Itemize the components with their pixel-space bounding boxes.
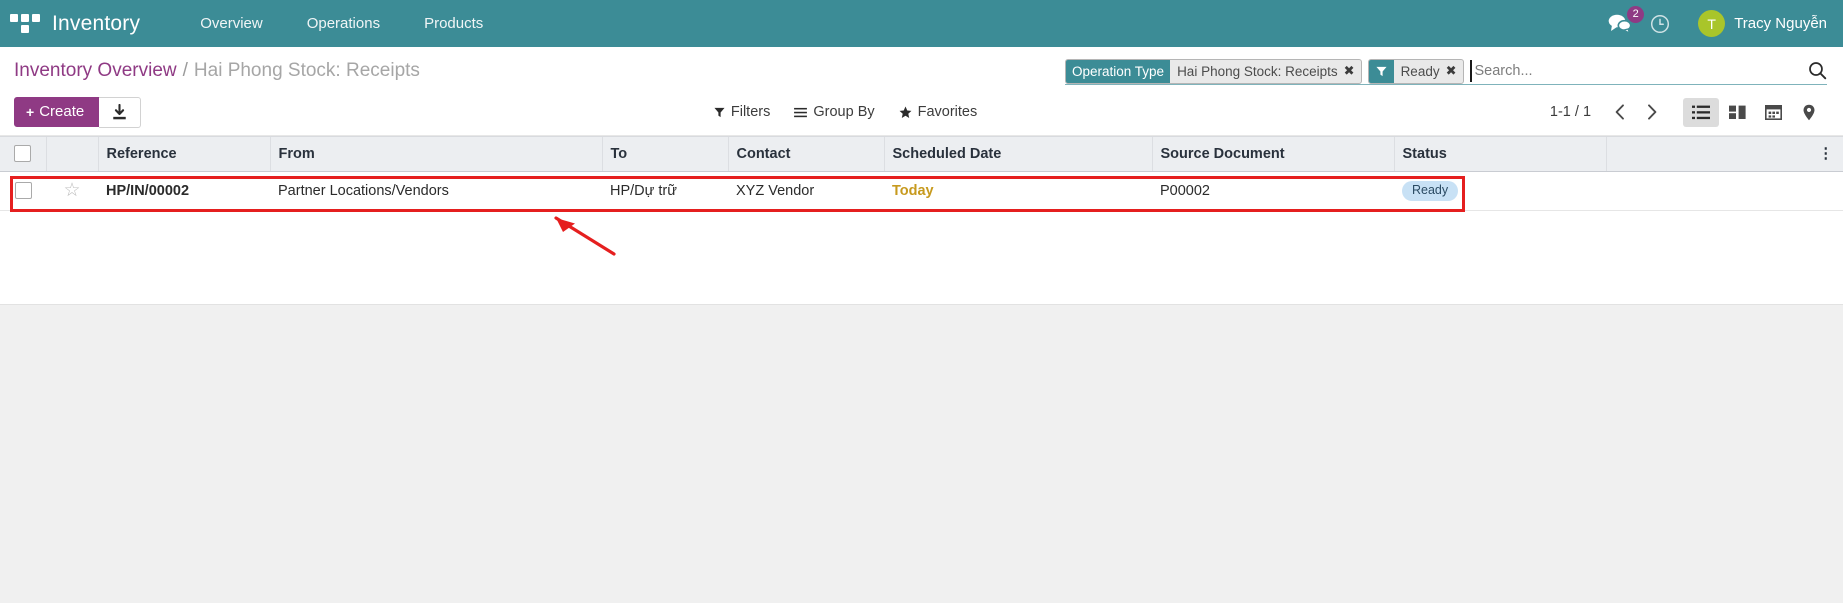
column-header-from[interactable]: From bbox=[270, 137, 602, 172]
pager-previous-button[interactable] bbox=[1605, 102, 1636, 122]
kanban-view-icon bbox=[1729, 105, 1746, 120]
search-facet-operation-type-label: Operation Type bbox=[1066, 60, 1170, 83]
table-row[interactable]: ☆ HP/IN/00002 Partner Locations/Vendors … bbox=[0, 172, 1843, 211]
cell-from: Partner Locations/Vendors bbox=[270, 172, 602, 211]
cell-status: Ready bbox=[1394, 172, 1606, 211]
search-view: Operation Type Hai Phong Stock: Receipts… bbox=[1065, 59, 1827, 85]
user-name-label: Tracy Nguyễn bbox=[1734, 15, 1827, 32]
checkbox-icon[interactable] bbox=[14, 145, 31, 162]
table-header-row: Reference From To Contact Scheduled Date… bbox=[0, 137, 1843, 172]
control-panel-bottom-row: + Create Filters bbox=[0, 91, 1843, 135]
cell-to: HP/Dự trữ bbox=[602, 172, 728, 211]
column-header-status[interactable]: Status bbox=[1394, 137, 1606, 172]
row-select-checkbox-cell bbox=[0, 172, 46, 211]
cell-reference: HP/IN/00002 bbox=[98, 172, 270, 211]
search-facet-ready-remove-icon[interactable]: ✖ bbox=[1445, 60, 1463, 83]
table-body: ☆ HP/IN/00002 Partner Locations/Vendors … bbox=[0, 172, 1843, 211]
app-brand-inventory[interactable]: Inventory bbox=[52, 12, 140, 36]
import-download-icon bbox=[111, 104, 128, 121]
search-dropdowns: Filters Group By bbox=[702, 100, 989, 124]
messaging-menu-button[interactable]: 2 bbox=[1608, 13, 1632, 34]
funnel-icon bbox=[714, 107, 725, 118]
checkbox-icon[interactable] bbox=[15, 182, 32, 199]
column-options-icon[interactable]: ⋮ bbox=[1606, 137, 1843, 172]
records-table: Reference From To Contact Scheduled Date… bbox=[0, 136, 1843, 211]
cell-source-document: P00002 bbox=[1152, 172, 1394, 211]
search-facet-operation-type-value: Hai Phong Stock: Receipts bbox=[1170, 60, 1343, 83]
cell-options bbox=[1606, 172, 1843, 211]
view-switcher-calendar[interactable] bbox=[1755, 98, 1791, 127]
breadcrumb-item-root[interactable]: Inventory Overview bbox=[14, 60, 177, 81]
import-records-button[interactable] bbox=[99, 97, 141, 128]
view-switcher-kanban[interactable] bbox=[1719, 98, 1755, 127]
favorites-dropdown[interactable]: Favorites bbox=[887, 100, 990, 124]
search-facet-operation-type[interactable]: Operation Type Hai Phong Stock: Receipts… bbox=[1065, 59, 1362, 84]
favorites-dropdown-label: Favorites bbox=[918, 104, 978, 120]
page-background-filler bbox=[0, 304, 1843, 603]
search-facet-operation-type-remove-icon[interactable]: ✖ bbox=[1343, 60, 1361, 83]
calendar-view-icon bbox=[1765, 104, 1782, 120]
table-head: Reference From To Contact Scheduled Date… bbox=[0, 137, 1843, 172]
view-switcher bbox=[1683, 98, 1827, 127]
breadcrumb-separator: / bbox=[183, 60, 188, 81]
chevron-right-icon bbox=[1645, 104, 1658, 120]
column-header-to[interactable]: To bbox=[602, 137, 728, 172]
apps-grid-icon[interactable] bbox=[10, 11, 40, 37]
create-button-label: Create bbox=[39, 103, 84, 120]
column-header-source-document[interactable]: Source Document bbox=[1152, 137, 1394, 172]
scheduled-date-value: Today bbox=[892, 183, 934, 199]
search-input[interactable] bbox=[1470, 60, 1801, 82]
view-switcher-list[interactable] bbox=[1683, 98, 1719, 127]
plus-icon: + bbox=[26, 104, 34, 120]
top-navbar: Inventory Overview Operations Products 2… bbox=[0, 0, 1843, 47]
cell-contact: XYZ Vendor bbox=[728, 172, 884, 211]
filters-dropdown[interactable]: Filters bbox=[702, 100, 782, 124]
user-menu[interactable]: T Tracy Nguyễn bbox=[1698, 10, 1827, 37]
inventory-app-window: Inventory Overview Operations Products 2… bbox=[0, 0, 1843, 603]
avatar: T bbox=[1698, 10, 1725, 37]
column-header-contact[interactable]: Contact bbox=[728, 137, 884, 172]
groupby-dropdown[interactable]: Group By bbox=[782, 100, 886, 124]
groupby-dropdown-label: Group By bbox=[813, 104, 874, 120]
view-switcher-map[interactable] bbox=[1791, 98, 1827, 127]
column-header-scheduled-date[interactable]: Scheduled Date bbox=[884, 137, 1152, 172]
bars-icon bbox=[794, 107, 807, 118]
create-button[interactable]: + Create bbox=[14, 97, 99, 127]
activities-menu-button[interactable] bbox=[1650, 14, 1670, 34]
filters-dropdown-label: Filters bbox=[731, 104, 770, 120]
control-panel-top-row: Inventory Overview / Hai Phong Stock: Rece… bbox=[0, 47, 1843, 91]
search-facet-ready[interactable]: Ready ✖ bbox=[1368, 59, 1464, 84]
chevron-left-icon bbox=[1614, 104, 1627, 120]
column-header-reference[interactable]: Reference bbox=[98, 137, 270, 172]
messaging-unread-badge: 2 bbox=[1627, 6, 1644, 23]
map-pin-view-icon bbox=[1802, 104, 1816, 121]
breadcrumb: Inventory Overview / Hai Phong Stock: Rece… bbox=[14, 59, 420, 82]
clock-icon bbox=[1650, 14, 1670, 34]
star-column-header bbox=[46, 137, 98, 172]
annotation-arrow bbox=[548, 212, 628, 258]
control-panel: Inventory Overview / Hai Phong Stock: Rece… bbox=[0, 47, 1843, 136]
magnifier-icon[interactable] bbox=[1808, 61, 1827, 82]
nav-item-overview[interactable]: Overview bbox=[178, 0, 285, 47]
breadcrumb-item-current: Hai Phong Stock: Receipts bbox=[194, 60, 420, 81]
nav-item-products[interactable]: Products bbox=[402, 0, 505, 47]
select-all-header bbox=[0, 137, 46, 172]
pager-counter: 1-1 / 1 bbox=[1550, 104, 1591, 120]
row-star-cell: ☆ bbox=[46, 172, 98, 211]
status-badge: Ready bbox=[1402, 181, 1458, 201]
search-facet-ready-value: Ready bbox=[1394, 60, 1445, 83]
list-view-icon bbox=[1692, 105, 1710, 120]
cell-scheduled-date: Today bbox=[884, 172, 1152, 211]
pager-next-button[interactable] bbox=[1636, 102, 1667, 122]
star-icon bbox=[899, 106, 912, 119]
funnel-icon bbox=[1369, 60, 1394, 83]
star-icon[interactable]: ☆ bbox=[63, 180, 80, 201]
list-view-sheet: Reference From To Contact Scheduled Date… bbox=[0, 136, 1843, 211]
nav-item-operations[interactable]: Operations bbox=[285, 0, 402, 47]
